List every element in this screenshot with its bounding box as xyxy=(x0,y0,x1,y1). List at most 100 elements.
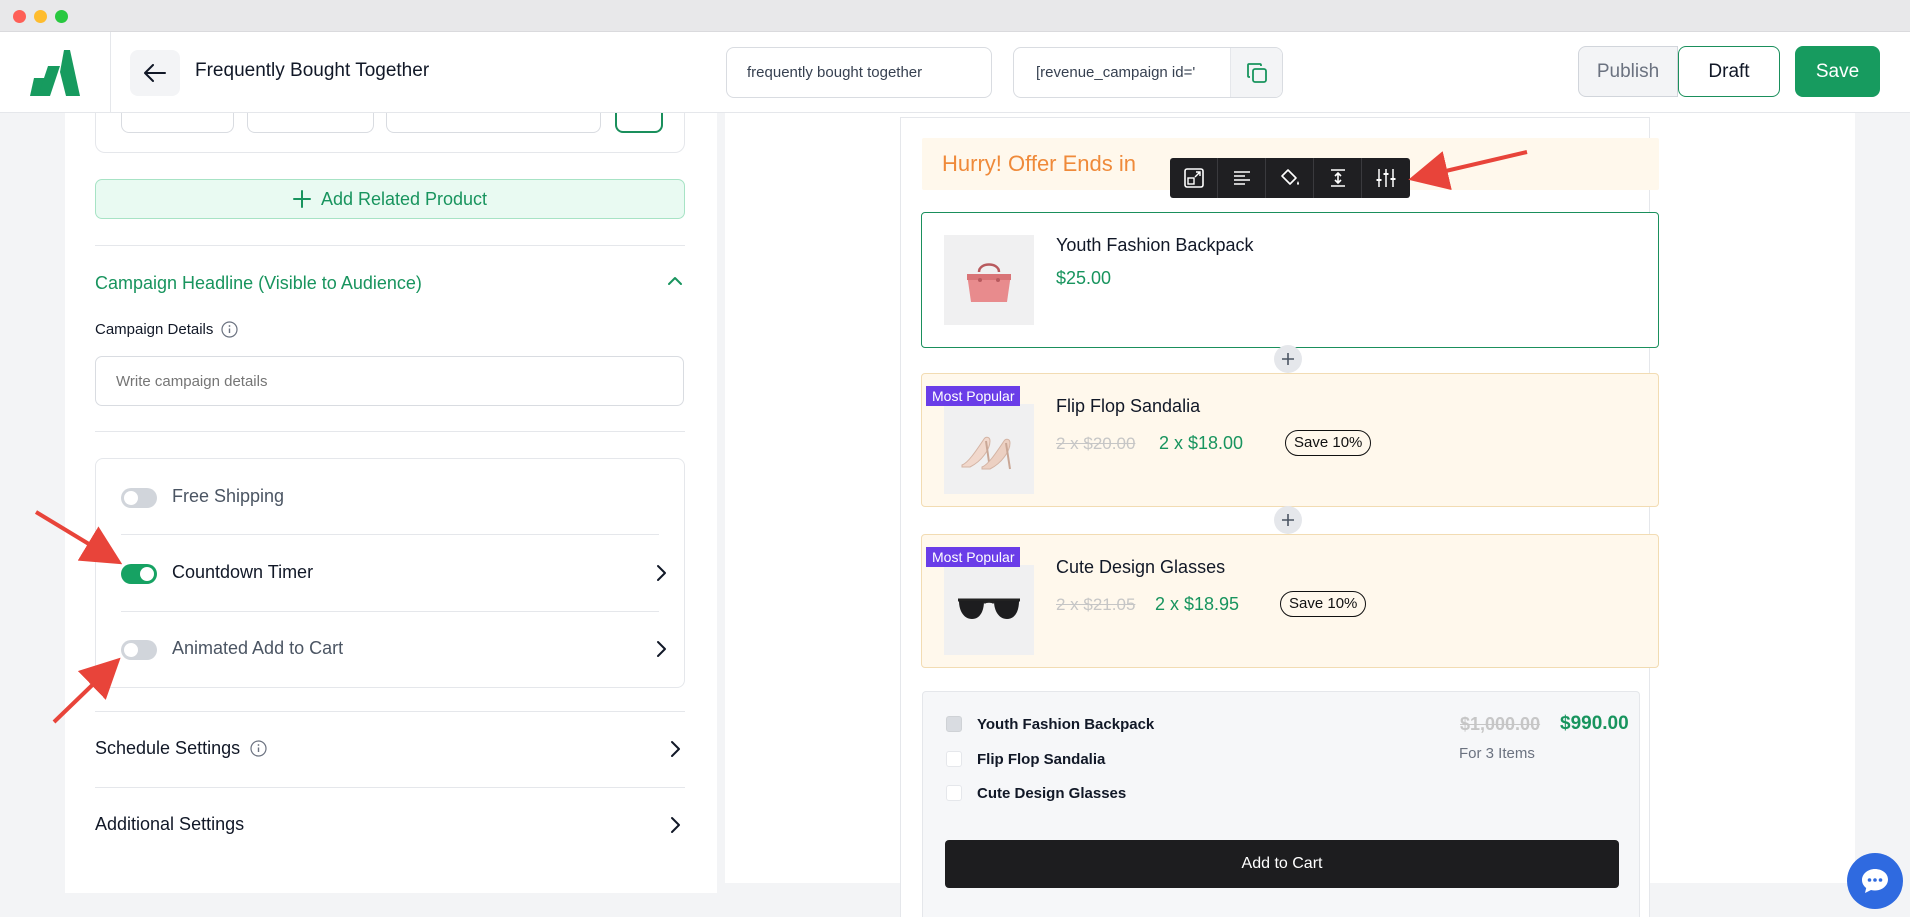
publish-button[interactable]: Publish xyxy=(1578,46,1678,97)
feature-row-free-shipping[interactable]: Free Shipping xyxy=(96,459,684,535)
divider xyxy=(95,245,685,246)
most-popular-badge: Most Popular xyxy=(926,386,1021,406)
copy-shortcode-button[interactable] xyxy=(1230,48,1282,97)
minimize-window-icon[interactable] xyxy=(34,10,47,23)
chat-support-button[interactable] xyxy=(1847,853,1903,909)
add-offer-button[interactable] xyxy=(1274,345,1302,373)
campaign-details-label: Campaign Details xyxy=(95,321,238,338)
plus-icon xyxy=(1282,514,1294,526)
align-left-icon xyxy=(1233,171,1250,185)
chevron-right-icon[interactable] xyxy=(665,815,685,835)
item-checkbox[interactable] xyxy=(946,785,962,801)
feature-label: Free Shipping xyxy=(172,486,285,506)
divider xyxy=(95,431,685,432)
selector-chip[interactable] xyxy=(386,113,601,133)
chevron-right-icon[interactable] xyxy=(665,739,685,759)
handbag-icon xyxy=(967,263,1011,302)
summary-item-name: Flip Flop Sandalia xyxy=(977,751,1106,768)
campaign-name-input[interactable] xyxy=(726,47,992,98)
info-icon[interactable] xyxy=(250,740,267,757)
maximize-window-icon[interactable] xyxy=(55,10,68,23)
selector-chip[interactable] xyxy=(247,113,374,133)
product-name: Flip Flop Sandalia xyxy=(1056,396,1201,416)
schedule-settings-label: Schedule Settings xyxy=(95,738,267,759)
sunglasses-icon xyxy=(958,598,1020,619)
discounted-price: 2 x $18.95 xyxy=(1155,594,1240,614)
chevron-right-icon[interactable] xyxy=(651,563,671,583)
page-title: Frequently Bought Together xyxy=(195,60,430,81)
additional-settings-label: Additional Settings xyxy=(95,814,245,834)
save-button[interactable]: Save xyxy=(1795,46,1880,97)
schedule-settings-row[interactable]: Schedule Settings xyxy=(95,711,685,787)
summary-item-name: Youth Fashion Backpack xyxy=(977,716,1155,733)
close-window-icon[interactable] xyxy=(13,10,26,23)
free-shipping-toggle[interactable] xyxy=(121,488,157,508)
spacing-tool-button[interactable] xyxy=(1314,158,1362,198)
summary-item-name: Cute Design Glasses xyxy=(977,785,1127,802)
banner-text[interactable]: Hurry! Offer Ends in xyxy=(942,151,1136,177)
plus-icon xyxy=(1282,353,1294,365)
element-toolbar xyxy=(1170,158,1410,198)
resize-tool-button[interactable] xyxy=(1170,158,1218,198)
chevron-right-icon[interactable] xyxy=(651,639,671,659)
draft-button[interactable]: Draft xyxy=(1678,46,1780,97)
selector-action-button[interactable] xyxy=(615,113,663,133)
shortcode-text: [revenue_campaign id=' xyxy=(1036,64,1196,81)
feature-row-animated-add-to-cart[interactable]: Animated Add to Cart xyxy=(96,611,684,687)
product-price: $25.00 xyxy=(1056,268,1112,288)
countdown-timer-toggle[interactable] xyxy=(121,564,157,584)
campaign-details-label-text: Campaign Details xyxy=(95,321,214,338)
header-divider xyxy=(110,32,111,113)
vertical-spacing-icon xyxy=(1330,169,1345,187)
additional-settings-row[interactable]: Additional Settings xyxy=(95,787,685,863)
align-tool-button[interactable] xyxy=(1218,158,1266,198)
most-popular-badge: Most Popular xyxy=(926,547,1021,567)
offer-product-card[interactable]: Most Popular Flip Flop Sandalia 2 x $20.… xyxy=(921,373,1659,507)
item-checkbox[interactable] xyxy=(946,751,962,767)
expand-icon xyxy=(1183,168,1204,188)
back-button[interactable] xyxy=(130,50,180,96)
add-related-product-button[interactable]: Add Related Product xyxy=(95,179,685,219)
product-name: Youth Fashion Backpack xyxy=(1056,235,1254,255)
schedule-settings-text: Schedule Settings xyxy=(95,738,241,758)
brand-logo-icon xyxy=(30,50,80,96)
animated-add-to-cart-toggle[interactable] xyxy=(121,640,157,660)
feature-label: Animated Add to Cart xyxy=(172,638,344,658)
features-card: Free Shipping Countdown Timer Animated A… xyxy=(95,458,685,688)
item-checkbox[interactable] xyxy=(946,716,962,732)
high-heels-icon xyxy=(961,436,1011,470)
campaign-details-input[interactable] xyxy=(95,356,684,406)
feature-label: Countdown Timer xyxy=(172,562,314,582)
add-offer-button[interactable] xyxy=(1274,506,1302,534)
summary-original-total: $1,000.00 xyxy=(1460,714,1541,734)
main-product-card[interactable]: Youth Fashion Backpack $25.00 xyxy=(921,212,1659,348)
feature-row-countdown-timer[interactable]: Countdown Timer xyxy=(96,535,684,611)
product-thumbnail xyxy=(944,235,1034,325)
summary-items-count: For 3 Items xyxy=(1459,745,1535,762)
original-price: 2 x $21.05 xyxy=(1056,595,1136,614)
product-selector-card xyxy=(95,113,685,153)
bundle-summary: Youth Fashion Backpack Flip Flop Sandali… xyxy=(922,691,1640,917)
settings-tool-button[interactable] xyxy=(1362,158,1410,198)
color-tool-button[interactable] xyxy=(1266,158,1314,198)
save-badge: Save 10% xyxy=(1285,430,1372,456)
chat-bubble-icon xyxy=(1862,869,1888,893)
settings-panel: Add Related Product Campaign Headline (V… xyxy=(65,113,717,893)
selector-chip[interactable] xyxy=(121,113,234,133)
copy-icon xyxy=(1246,62,1267,83)
add-to-cart-button[interactable]: Add to Cart xyxy=(945,840,1619,888)
summary-discounted-total: $990.00 xyxy=(1560,713,1629,734)
chevron-up-icon[interactable] xyxy=(665,271,685,291)
product-thumbnail xyxy=(944,404,1034,494)
shortcode-field[interactable]: [revenue_campaign id=' xyxy=(1013,47,1283,98)
add-related-product-label: Add Related Product xyxy=(320,188,488,209)
campaign-headline-section-title[interactable]: Campaign Headline (Visible to Audience) xyxy=(95,273,422,294)
offer-product-card[interactable]: Most Popular Cute Design Glasses 2 x $21… xyxy=(921,534,1659,668)
sliders-icon xyxy=(1376,169,1396,187)
product-name: Cute Design Glasses xyxy=(1056,557,1226,577)
save-badge: Save 10% xyxy=(1280,591,1367,617)
arrow-left-icon xyxy=(144,64,166,82)
info-icon[interactable] xyxy=(221,321,238,338)
product-thumbnail xyxy=(944,565,1034,655)
paint-bucket-icon xyxy=(1280,169,1299,185)
